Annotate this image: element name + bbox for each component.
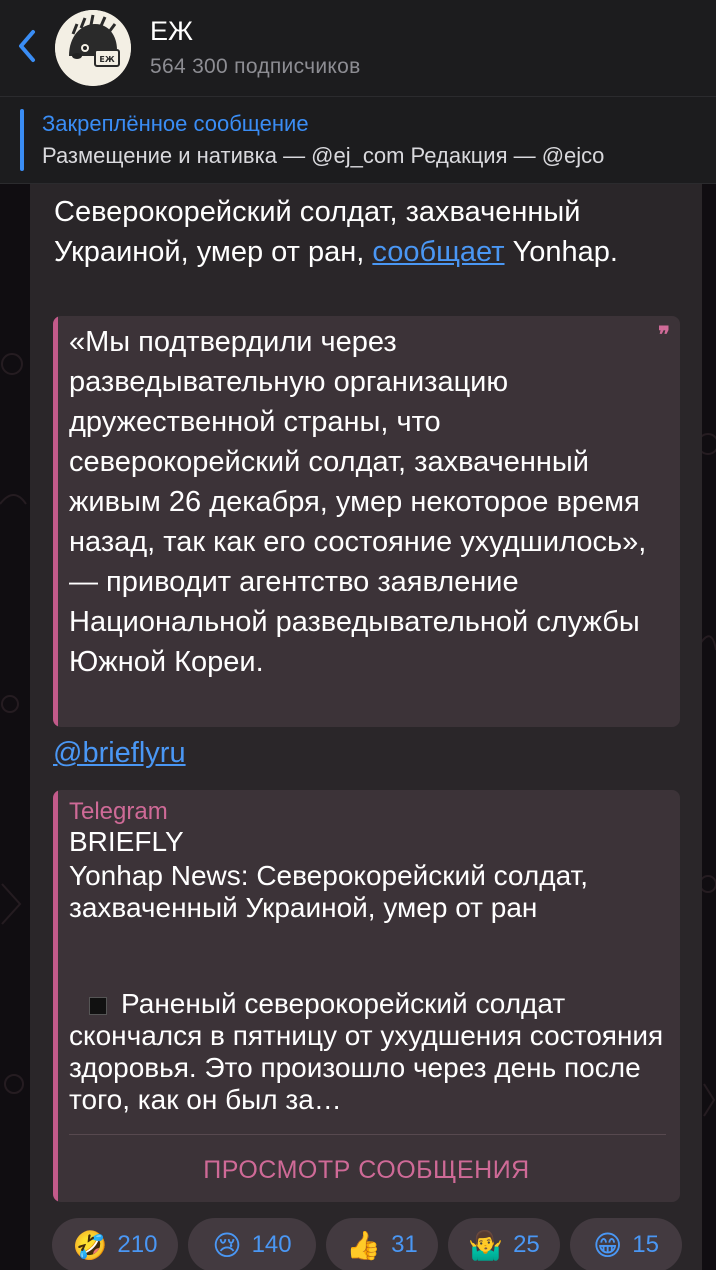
reaction-grin[interactable]: 😁 15	[570, 1218, 682, 1270]
reaction-shrug[interactable]: 🤷‍♂️ 25	[448, 1218, 560, 1270]
channel-handle-link[interactable]: @brieflyru	[53, 733, 186, 773]
view-message-button[interactable]: ПРОСМОТР СООБЩЕНИЯ	[53, 1142, 680, 1198]
chevron-left-icon	[19, 30, 35, 62]
message-text-end: Yonhap.	[504, 236, 618, 268]
preview-title: BRIEFLY	[69, 826, 184, 857]
thumbs-up-emoji-icon: 👍	[346, 1228, 382, 1262]
preview-divider	[69, 1134, 666, 1135]
reaction-count: 15	[632, 1231, 659, 1258]
pinned-message-bar[interactable]: Закреплённое сообщение Размещение и нати…	[0, 96, 716, 184]
blockquote: ❞ «Мы подтвердили через разведывательную…	[53, 316, 680, 727]
preview-body: Раненый северокорейский солдат скончался…	[69, 988, 664, 1116]
quote-accent-bar	[53, 316, 58, 727]
preview-body-text: Раненый северокорейский солдат скончался…	[69, 988, 664, 1115]
preview-description: Yonhap News: Северокорейский солдат, зах…	[69, 860, 589, 923]
quote-icon: ❞	[658, 322, 670, 348]
preview-accent-bar	[53, 790, 58, 1202]
crying-emoji-icon: 😢	[212, 1228, 242, 1262]
link-preview[interactable]: Telegram BRIEFLY Yonhap News: Северокоре…	[53, 790, 680, 1202]
source-link[interactable]: сообщает	[372, 236, 504, 268]
reaction-count: 25	[513, 1231, 540, 1258]
black-square-icon	[89, 996, 107, 1015]
pinned-text: Размещение и нативка — @ej_com Редакция …	[42, 143, 605, 168]
reaction-thumbs-up[interactable]: 👍 31	[326, 1218, 438, 1270]
channel-title[interactable]: ЕЖ	[150, 16, 193, 47]
quote-text: «Мы подтвердили через разведывательную о…	[69, 326, 647, 678]
reaction-count: 140	[251, 1231, 292, 1258]
channel-avatar[interactable]: ЕЖ	[55, 10, 131, 86]
message-text: Северокорейский солдат, захваченный Укра…	[54, 192, 684, 272]
svg-text:ЕЖ: ЕЖ	[99, 55, 114, 64]
subscriber-count: 564 300 подписчиков	[150, 55, 361, 78]
rofl-emoji-icon: 🤣	[72, 1228, 108, 1262]
shrug-emoji-icon: 🤷‍♂️	[468, 1228, 504, 1262]
reaction-crying[interactable]: 😢 140	[188, 1218, 316, 1270]
reaction-rofl[interactable]: 🤣 210	[52, 1218, 178, 1270]
pinned-indicator	[20, 109, 24, 171]
grin-emoji-icon: 😁	[593, 1228, 623, 1262]
reaction-count: 31	[391, 1231, 418, 1258]
chat-header: ЕЖ ЕЖ 564 300 подписчиков	[0, 0, 716, 96]
hedgehog-logo-icon: ЕЖ	[55, 10, 131, 86]
back-button[interactable]	[12, 26, 42, 66]
preview-site-name: Telegram	[69, 798, 168, 825]
reaction-count: 210	[117, 1231, 158, 1258]
pinned-title: Закреплённое сообщение	[42, 111, 309, 136]
